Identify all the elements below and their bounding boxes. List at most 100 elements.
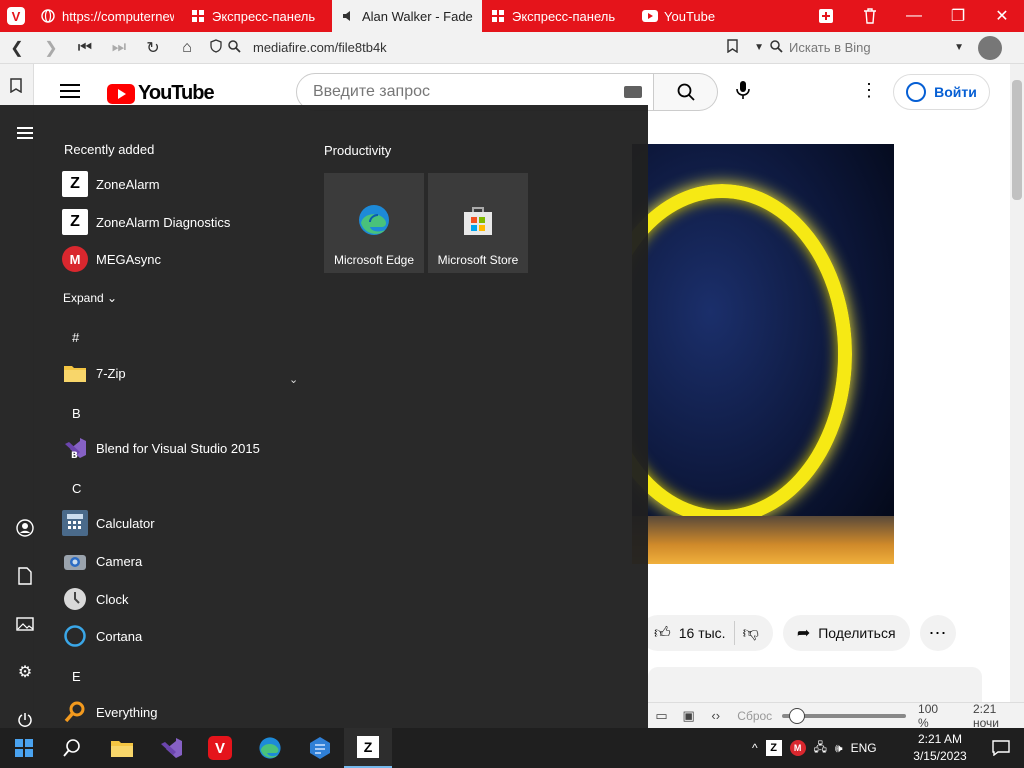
bookmarks-panel-icon[interactable]	[10, 78, 22, 96]
close-button[interactable]: ✕	[980, 0, 1024, 32]
keyboard-icon[interactable]	[624, 86, 642, 98]
youtube-icon	[642, 8, 658, 24]
restore-button[interactable]: ❐	[936, 0, 980, 32]
taskbar-build-tool[interactable]	[296, 728, 344, 768]
zoom-slider-knob[interactable]	[789, 707, 806, 724]
youtube-menu-button[interactable]	[60, 84, 80, 98]
vivaldi-menu-button[interactable]: V	[0, 0, 32, 32]
bing-search-field[interactable]: Искать в Bing ▼	[764, 36, 964, 60]
input-language[interactable]: ENG	[851, 741, 877, 755]
app-7zip[interactable]: 7-Zip	[62, 357, 312, 389]
network-icon[interactable]: 🖧︎	[814, 738, 827, 759]
folder-icon	[62, 360, 88, 386]
trash-button[interactable]	[848, 0, 892, 32]
tile-microsoft-store[interactable]: Microsoft Store	[428, 173, 528, 273]
taskbar-file-explorer[interactable]	[98, 728, 146, 768]
fast-forward-button[interactable]: ⏭	[102, 32, 136, 64]
home-button[interactable]: ⌂	[170, 32, 204, 64]
tab-youtube[interactable]: YouTube	[634, 0, 786, 32]
like-dislike-group: 👍︎ 16 тыс. 👎︎	[640, 615, 773, 651]
bookmark-icon[interactable]	[727, 39, 738, 56]
notifications-button[interactable]	[978, 728, 1024, 768]
taskbar-visual-studio[interactable]	[147, 728, 195, 768]
thumbs-up-icon[interactable]: 👍︎	[654, 624, 671, 643]
pictures-button[interactable]	[12, 611, 38, 637]
reload-button[interactable]: ↻	[136, 32, 170, 64]
vivaldi-logo-icon: V	[7, 7, 25, 25]
start-menu-rail: ⚙	[0, 105, 50, 728]
tab-alan-walker[interactable]: Alan Walker - Fade 12	[332, 0, 482, 32]
like-count[interactable]: 16 тыс.	[679, 625, 726, 641]
folder-chevron-icon[interactable]: ⌄	[289, 373, 298, 386]
app-cortana[interactable]: Cortana	[62, 620, 312, 652]
start-button[interactable]	[0, 728, 48, 768]
app-zonealarm[interactable]: Z ZoneAlarm	[62, 168, 312, 200]
volume-icon[interactable]: 🕪︎	[835, 741, 843, 756]
taskbar-vivaldi[interactable]: V	[196, 728, 244, 768]
taskbar-clock[interactable]: 2:21 AM 3/15/2023	[908, 731, 972, 765]
youtube-search-button[interactable]	[654, 73, 718, 111]
more-options-icon[interactable]: ⋮	[860, 80, 878, 101]
svg-text:B: B	[71, 451, 78, 460]
taskbar-zonealarm[interactable]: Z	[344, 728, 392, 768]
tab-speed-dial-2[interactable]: Экспресс-панель	[482, 0, 634, 32]
cortana-icon	[62, 623, 88, 649]
youtube-logo[interactable]: YouTube	[107, 82, 215, 105]
tray-zonealarm-icon[interactable]: Z	[765, 740, 782, 756]
app-everything[interactable]: Everything	[62, 696, 312, 728]
profile-avatar[interactable]	[978, 35, 1002, 60]
share-button[interactable]: ➦ Поделиться	[782, 615, 910, 651]
thumbs-down-icon[interactable]: 👎︎	[743, 624, 759, 643]
sign-in-button[interactable]: Войти	[893, 74, 990, 110]
app-clock[interactable]: Clock	[62, 583, 312, 615]
forward-arrow-icon: ❯	[44, 39, 58, 57]
tile-microsoft-edge[interactable]: Microsoft Edge	[324, 173, 424, 273]
app-camera[interactable]: Camera	[62, 545, 312, 577]
more-actions-button[interactable]: ⋯	[919, 615, 956, 651]
zoom-reset-button[interactable]: Сброс	[737, 709, 772, 723]
app-zonealarm-diagnostics[interactable]: Z ZoneAlarm Diagnostics	[62, 206, 312, 238]
picture-icon	[16, 617, 34, 631]
app-megasync[interactable]: M MEGAsync	[62, 243, 312, 275]
speed-dial-icon	[490, 8, 506, 24]
tray-mega-icon[interactable]: M	[789, 740, 806, 756]
url-field[interactable]: mediafire.com/file8tb4k ▼	[204, 36, 764, 60]
section-letter-hash[interactable]: #	[72, 330, 79, 345]
page-scrollbar[interactable]	[1010, 64, 1024, 728]
window-tiling-icon[interactable]: ▭	[648, 708, 675, 724]
zoom-slider[interactable]	[782, 707, 907, 724]
documents-button[interactable]	[12, 563, 38, 589]
image-toggle-icon[interactable]: ▣	[675, 708, 702, 724]
back-button[interactable]: ❮	[0, 32, 34, 64]
forward-button[interactable]: ❯	[34, 32, 68, 64]
tab-speed-dial-1[interactable]: Экспресс-панель	[182, 0, 332, 32]
expand-button[interactable]: Expand ⌄	[63, 291, 117, 305]
browser-tab-bar: V https://computernewb Экспресс-панель A…	[0, 0, 1024, 32]
app-calculator[interactable]: Calculator	[62, 507, 312, 539]
scrollbar-thumb[interactable]	[1012, 80, 1022, 200]
new-tab-button[interactable]	[804, 0, 848, 32]
section-letter-e[interactable]: E	[72, 669, 81, 684]
page-actions-icon[interactable]: ‹›	[702, 708, 729, 723]
video-frame-ring	[632, 184, 852, 524]
taskbar-search-button[interactable]	[48, 728, 96, 768]
show-hidden-icons-icon[interactable]: ^	[752, 741, 758, 755]
app-blend-vs2015[interactable]: B Blend for Visual Studio 2015	[62, 432, 312, 464]
user-account-button[interactable]	[12, 515, 38, 541]
minimize-button[interactable]: —	[892, 0, 936, 32]
rewind-button[interactable]: ⏮	[68, 32, 102, 64]
search-icon	[228, 39, 241, 56]
search-engine-dropdown-icon[interactable]: ▼	[954, 42, 964, 53]
tab-computernewb[interactable]: https://computernewb	[32, 0, 182, 32]
taskbar-edge[interactable]	[246, 728, 294, 768]
tile-group-title[interactable]: Productivity	[324, 143, 391, 158]
microphone-icon[interactable]	[736, 80, 750, 105]
start-expand-button[interactable]	[12, 120, 38, 146]
windows-taskbar: V Z ^ Z M 🖧︎ 🕪︎ ENG 2:21 AM 3/15/2023	[0, 728, 1024, 768]
youtube-search-placeholder: Введите запрос	[313, 83, 430, 100]
section-letter-c[interactable]: C	[72, 481, 81, 496]
url-dropdown-icon[interactable]: ▼	[754, 42, 764, 53]
video-player[interactable]	[632, 144, 894, 564]
section-letter-b[interactable]: B	[72, 406, 81, 421]
settings-button[interactable]: ⚙	[12, 659, 38, 685]
